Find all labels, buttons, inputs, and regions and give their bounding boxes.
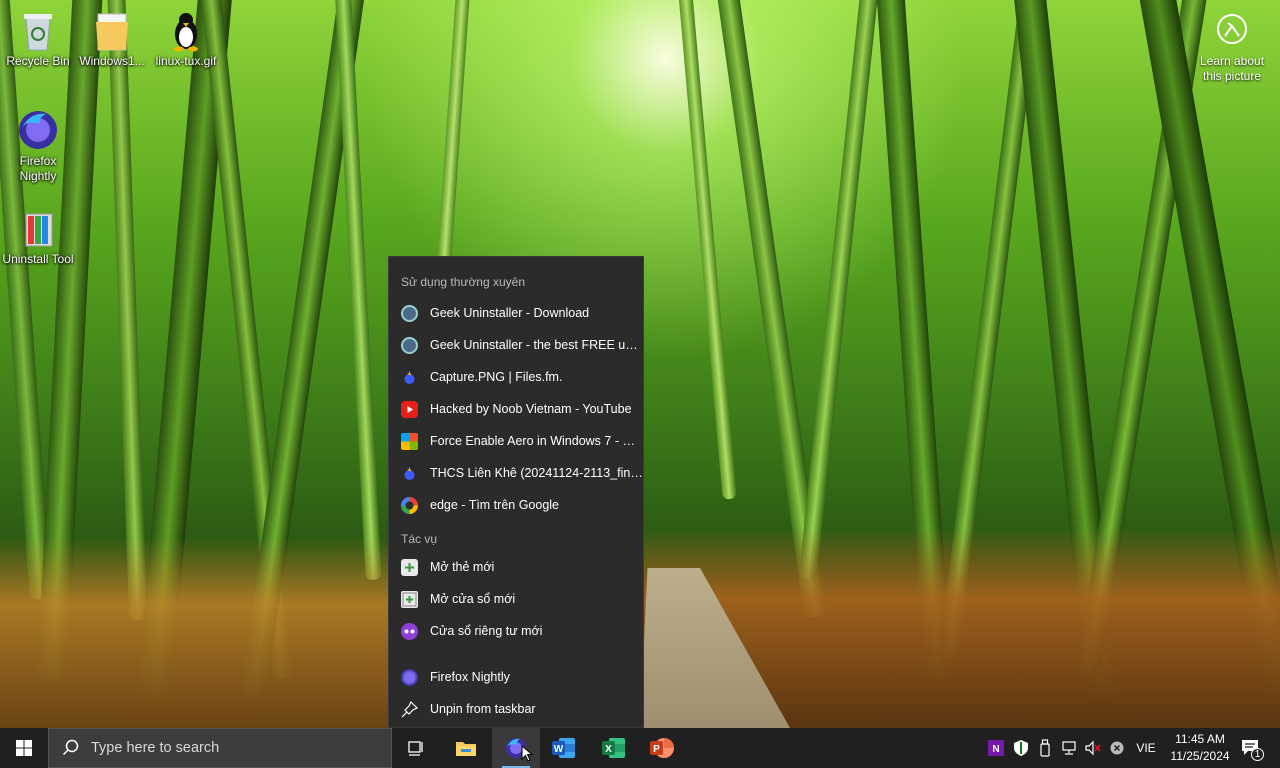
task-view-button[interactable] (392, 728, 440, 768)
jump-list-task-new-window[interactable]: Mở cửa sổ mới (389, 583, 643, 615)
learn-about-label: Learn about this picture (1199, 54, 1265, 83)
jump-list-item[interactable]: Hacked by Noob Vietnam - YouTube (389, 393, 643, 425)
word-button[interactable]: W (540, 728, 588, 768)
windows-logo-icon (16, 740, 32, 756)
filesfm-icon (401, 368, 418, 386)
close-circle-tray-button[interactable] (1106, 728, 1128, 768)
usb-tray-button[interactable] (1034, 728, 1056, 768)
word-icon: W (552, 738, 575, 758)
desktop-icon-label: linux-tux.gif (155, 54, 217, 68)
windows-7-icon (401, 432, 418, 450)
volume-muted-icon (1085, 740, 1101, 756)
file-explorer-button[interactable] (442, 728, 490, 768)
recycle-bin-icon (16, 8, 60, 52)
firefox-nightly-icon (16, 108, 60, 152)
new-window-icon (401, 590, 418, 608)
jump-list-unpin[interactable]: Unpin from taskbar (389, 693, 643, 725)
new-tab-icon (401, 558, 418, 576)
jump-list-task-new-tab[interactable]: Mở thẻ mới (389, 551, 643, 583)
tux-icon (164, 8, 208, 52)
desktop-icon-firefox-nightly[interactable]: Firefox Nightly (0, 108, 76, 184)
close-circle-icon (1110, 741, 1124, 755)
file-explorer-icon (456, 742, 476, 756)
onenote-tray-button[interactable]: N (984, 728, 1008, 768)
jump-list-app-firefox-nightly[interactable]: Firefox Nightly (389, 661, 643, 693)
action-center-button[interactable]: 1 (1234, 728, 1268, 768)
jump-list-item[interactable]: THCS Liên Khê (20241124-2113_final) (389, 457, 643, 489)
jump-list-item[interactable]: edge - Tìm trên Google (389, 489, 643, 521)
shield-icon (1014, 740, 1028, 756)
firefox-nightly-icon (401, 668, 418, 686)
jump-list-item[interactable]: Geek Uninstaller - the best FREE uninsta… (389, 329, 643, 361)
taskbar: Type here to search W X P N VIE 11:45 AM… (0, 728, 1280, 768)
svg-text:N: N (992, 744, 999, 755)
filesfm-icon (401, 464, 418, 482)
taskbar-clock[interactable]: 11:45 AM 11/25/2024 (1162, 731, 1238, 765)
start-button[interactable] (0, 728, 48, 768)
private-window-icon (401, 622, 418, 640)
volume-tray-button[interactable] (1082, 728, 1104, 768)
desktop-icon-label: Firefox Nightly (19, 154, 57, 183)
svg-text:P: P (653, 744, 660, 755)
usb-drive-icon (1040, 739, 1050, 757)
desktop-icon-label: Windows1... (79, 54, 145, 68)
network-icon (1062, 741, 1076, 755)
desktop-icon-label: Uninstall Tool (2, 252, 74, 266)
geek-uninstaller-icon (401, 336, 418, 354)
firefox-nightly-taskbar-button[interactable] (492, 728, 540, 768)
powerpoint-icon: P (650, 738, 674, 758)
powerpoint-button[interactable]: P (638, 728, 686, 768)
taskbar-search-box[interactable]: Type here to search (48, 728, 392, 768)
unpin-icon (401, 700, 419, 718)
network-tray-button[interactable] (1058, 728, 1080, 768)
language-indicator[interactable]: VIE (1132, 728, 1160, 768)
clock-time: 11:45 AM (1175, 732, 1225, 746)
jump-list-task-private-window[interactable]: Cửa sổ riêng tư mới (389, 615, 643, 647)
notification-count-badge: 1 (1251, 748, 1264, 761)
svg-text:W: W (554, 744, 564, 755)
desktop-icon-linux-tux[interactable]: linux-tux.gif (148, 8, 224, 69)
jump-list-item[interactable]: Force Enable Aero in Windows 7 - Win... (389, 425, 643, 457)
desktop-icon-label: Recycle Bin (6, 54, 70, 68)
folder-icon (90, 8, 134, 52)
learn-about-picture[interactable]: Learn about this picture (1192, 14, 1272, 84)
excel-icon: X (602, 738, 625, 758)
clock-date: 11/25/2024 (1170, 749, 1230, 763)
camera-info-icon (1217, 14, 1247, 44)
jump-list-item[interactable]: Capture.PNG | Files.fm. (389, 361, 643, 393)
uninstall-tool-icon (16, 206, 60, 250)
google-icon (401, 496, 418, 514)
search-icon (62, 739, 79, 756)
geek-uninstaller-icon (401, 304, 418, 322)
jump-list-item[interactable]: Geek Uninstaller - Download (389, 297, 643, 329)
jump-list-frequent-header: Sử dụng thường xuyên (401, 275, 526, 289)
defender-tray-button[interactable] (1010, 728, 1032, 768)
mouse-cursor-icon (521, 745, 533, 762)
search-placeholder: Type here to search (91, 740, 220, 756)
svg-text:X: X (605, 744, 612, 755)
firefox-jump-list: Sử dụng thường xuyên Geek Uninstaller - … (388, 256, 644, 728)
task-view-icon (408, 741, 423, 756)
youtube-icon (401, 400, 418, 418)
onenote-icon: N (988, 740, 1004, 756)
desktop-icon-uninstall-tool[interactable]: Uninstall Tool (0, 206, 76, 267)
desktop-icon-windows-folder[interactable]: Windows1... (74, 8, 150, 69)
jump-list-tasks-header: Tác vụ (401, 532, 438, 546)
desktop-icon-recycle-bin[interactable]: Recycle Bin (0, 8, 76, 69)
excel-button[interactable]: X (590, 728, 638, 768)
